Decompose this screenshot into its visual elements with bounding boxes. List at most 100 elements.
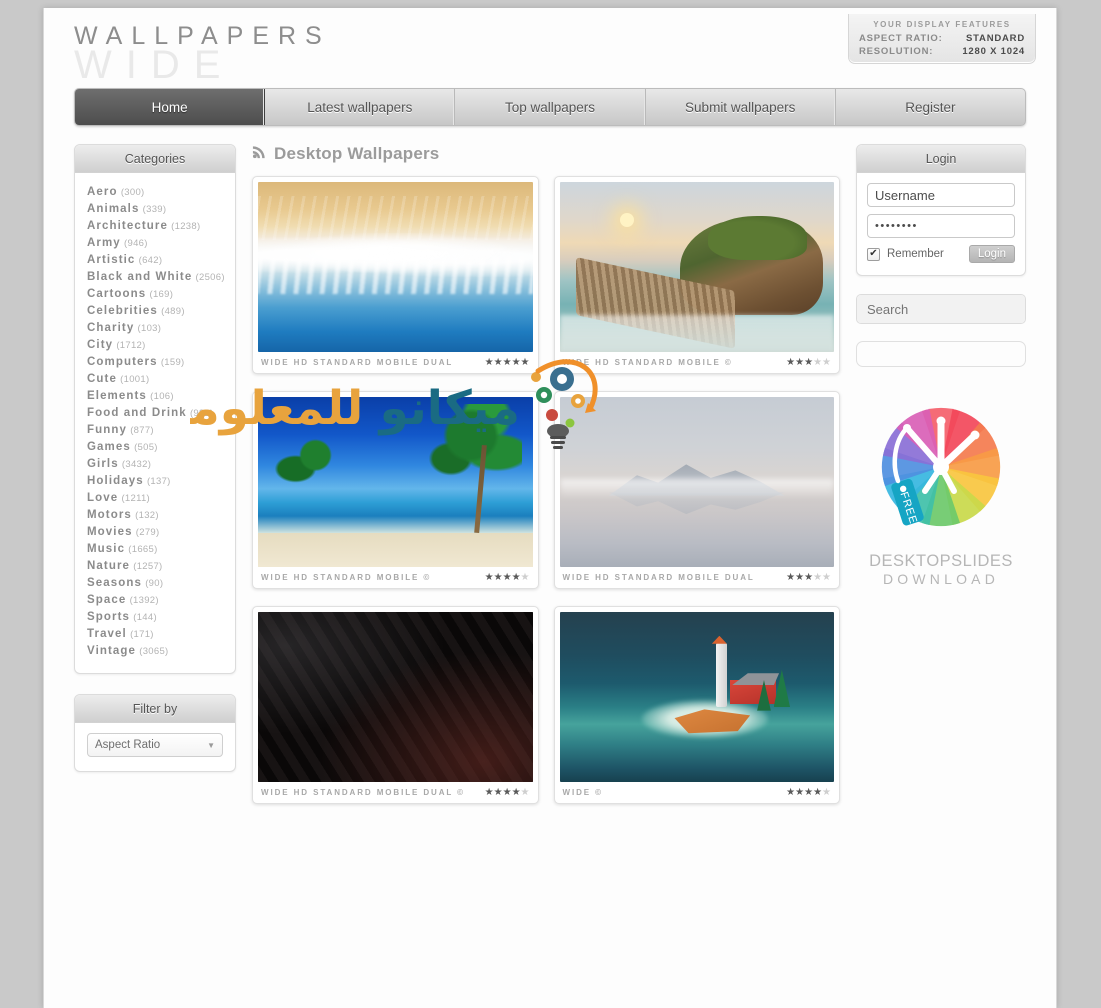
category-item[interactable]: Artistic (642)	[75, 251, 235, 268]
category-name: Love	[87, 491, 119, 504]
category-name: Artistic	[87, 253, 136, 266]
wallpaper-rating[interactable]: ★★★★★	[786, 787, 831, 798]
wallpaper-rating[interactable]: ★★★★★	[485, 787, 530, 798]
categories-list: Aero (300) Animals (339) Architecture (123…	[75, 173, 235, 673]
wallpaper-thumbnail[interactable]: WIDE HD STANDARD MOBILE DUAL ★★★★★	[252, 176, 539, 374]
category-name: Movies	[87, 525, 133, 538]
wallpaper-rating[interactable]: ★★★★★	[485, 357, 530, 368]
category-count: (1665)	[128, 543, 158, 555]
category-item[interactable]: Girls (3432)	[75, 455, 235, 472]
site-header: WALLPAPERS WIDE YOUR DISPLAY FEATURES AS…	[60, 8, 1040, 88]
wallpaper-thumbnail[interactable]: WIDE HD STANDARD MOBILE DUAL ★★★★★	[553, 391, 840, 589]
category-count: (103)	[137, 322, 162, 334]
category-count: (132)	[135, 509, 159, 521]
category-item[interactable]: Elements (106)	[75, 387, 235, 404]
login-button[interactable]: Login	[968, 245, 1015, 263]
desktopslides-ad[interactable]: FREE DESKTOPSLIDES DOWNLOAD	[856, 395, 1026, 587]
page-title: Desktop Wallpapers	[252, 144, 840, 164]
category-item[interactable]: Sports (144)	[75, 608, 235, 625]
wallpaper-thumbnail[interactable]: WIDE © ★★★★★	[553, 606, 840, 804]
category-name: Celebrities	[87, 304, 158, 317]
category-item[interactable]: Army (946)	[75, 234, 235, 251]
category-count: (2506)	[195, 271, 225, 283]
category-count: (1211)	[121, 492, 151, 504]
nav-item-latest-wallpapers[interactable]: Latest wallpapers	[265, 89, 456, 125]
category-item[interactable]: Movies (279)	[75, 523, 235, 540]
category-count: (171)	[130, 628, 154, 640]
category-count: (642)	[138, 254, 163, 266]
wallpaper-caption: WIDE HD STANDARD MOBILE DUAL ★★★★★	[560, 567, 835, 588]
wallpaper-rating[interactable]: ★★★★★	[485, 572, 530, 583]
category-item[interactable]: Space (1392)	[75, 591, 235, 608]
category-name: Army	[87, 236, 121, 249]
category-name: Music	[87, 542, 126, 555]
wallpaper-tags: WIDE HD STANDARD MOBILE ©	[261, 573, 432, 582]
password-input[interactable]	[867, 214, 1015, 238]
wallpaper-thumbnail[interactable]: WIDE HD STANDARD MOBILE © ★★★★★	[553, 176, 840, 374]
category-name: Seasons	[87, 576, 143, 589]
wallpaper-image[interactable]	[559, 182, 834, 352]
category-name: Cartoons	[87, 287, 147, 300]
search-input[interactable]	[857, 295, 1025, 323]
wallpaper-image[interactable]	[559, 612, 834, 782]
category-item[interactable]: Motors (132)	[75, 506, 235, 523]
wallpaper-rating[interactable]: ★★★★★	[786, 572, 831, 583]
category-item[interactable]: Animals (339)	[75, 200, 235, 217]
category-item[interactable]: Games (505)	[75, 438, 235, 455]
wallpaper-image[interactable]	[559, 397, 834, 567]
category-name: Animals	[87, 202, 140, 215]
username-input[interactable]	[867, 183, 1015, 207]
category-name: Vintage	[87, 644, 137, 657]
category-name: Food and Drink	[87, 406, 187, 419]
category-item[interactable]: Aero (300)	[75, 183, 235, 200]
category-item[interactable]: Funny (877)	[75, 421, 235, 438]
rss-icon[interactable]	[252, 144, 267, 164]
category-name: Computers	[87, 355, 158, 368]
category-item[interactable]: Music (1665)	[75, 540, 235, 557]
wallpaper-tags: WIDE HD STANDARD MOBILE DUAL	[261, 358, 454, 367]
wallpaper-image[interactable]	[258, 182, 533, 352]
category-item[interactable]: Travel (171)	[75, 625, 235, 642]
nav-item-top-wallpapers[interactable]: Top wallpapers	[455, 89, 646, 125]
category-item[interactable]: City (1712)	[75, 336, 235, 353]
site-logo[interactable]: WALLPAPERS WIDE	[74, 22, 374, 87]
main-content: Desktop Wallpapers WIDE HD STANDARD MOBI…	[252, 144, 840, 804]
category-item[interactable]: Love (1211)	[75, 489, 235, 506]
wallpaper-image[interactable]	[258, 612, 533, 782]
category-item[interactable]: Charity (103)	[75, 319, 235, 336]
category-item[interactable]: Food and Drink (992)	[75, 404, 235, 421]
wallpaper-thumbnail[interactable]: WIDE HD STANDARD MOBILE © ★★★★★	[252, 391, 539, 589]
wallpaper-thumbnail[interactable]: WIDE HD STANDARD MOBILE DUAL © ★★★★★	[252, 606, 539, 804]
category-item[interactable]: Cute (1001)	[75, 370, 235, 387]
wallpaper-image[interactable]	[258, 397, 533, 567]
category-count: (877)	[130, 424, 154, 436]
category-item[interactable]: Celebrities (489)	[75, 302, 235, 319]
nav-item-home[interactable]: Home	[75, 89, 266, 125]
wallpaper-tags: WIDE ©	[562, 788, 603, 797]
category-count: (1238)	[171, 220, 201, 232]
wallpaper-rating[interactable]: ★★★★★	[786, 357, 831, 368]
category-item[interactable]: Black and White (2506)	[75, 268, 235, 285]
categories-panel: Categories Aero (300) Animals (339) Archit…	[74, 144, 236, 674]
category-item[interactable]: Nature (1257)	[75, 557, 235, 574]
category-item[interactable]: Vintage (3065)	[75, 642, 235, 659]
nav-item-submit-wallpapers[interactable]: Submit wallpapers	[646, 89, 836, 125]
category-item[interactable]: Architecture (1238)	[75, 217, 235, 234]
category-name: City	[87, 338, 114, 351]
category-name: Space	[87, 593, 127, 606]
category-count: (489)	[161, 305, 185, 317]
category-item[interactable]: Cartoons (169)	[75, 285, 235, 302]
category-item[interactable]: Computers (159)	[75, 353, 235, 370]
nav-item-register[interactable]: Register	[836, 89, 1025, 125]
aspect-ratio-select-value: Aspect Ratio	[95, 739, 161, 751]
category-item[interactable]: Seasons (90)	[75, 574, 235, 591]
aspect-ratio-row: ASPECT RATIO: STANDARD	[859, 32, 1025, 45]
category-count: (1257)	[133, 560, 163, 572]
resolution-label: RESOLUTION:	[859, 46, 934, 57]
category-count: (144)	[133, 611, 157, 623]
category-name: Black and White	[87, 270, 193, 283]
display-features-box: YOUR DISPLAY FEATURES ASPECT RATIO: STAN…	[848, 14, 1036, 64]
aspect-ratio-select[interactable]: Aspect Ratio ▼	[87, 733, 223, 757]
category-item[interactable]: Holidays (137)	[75, 472, 235, 489]
remember-checkbox[interactable]: ✔	[867, 247, 880, 261]
